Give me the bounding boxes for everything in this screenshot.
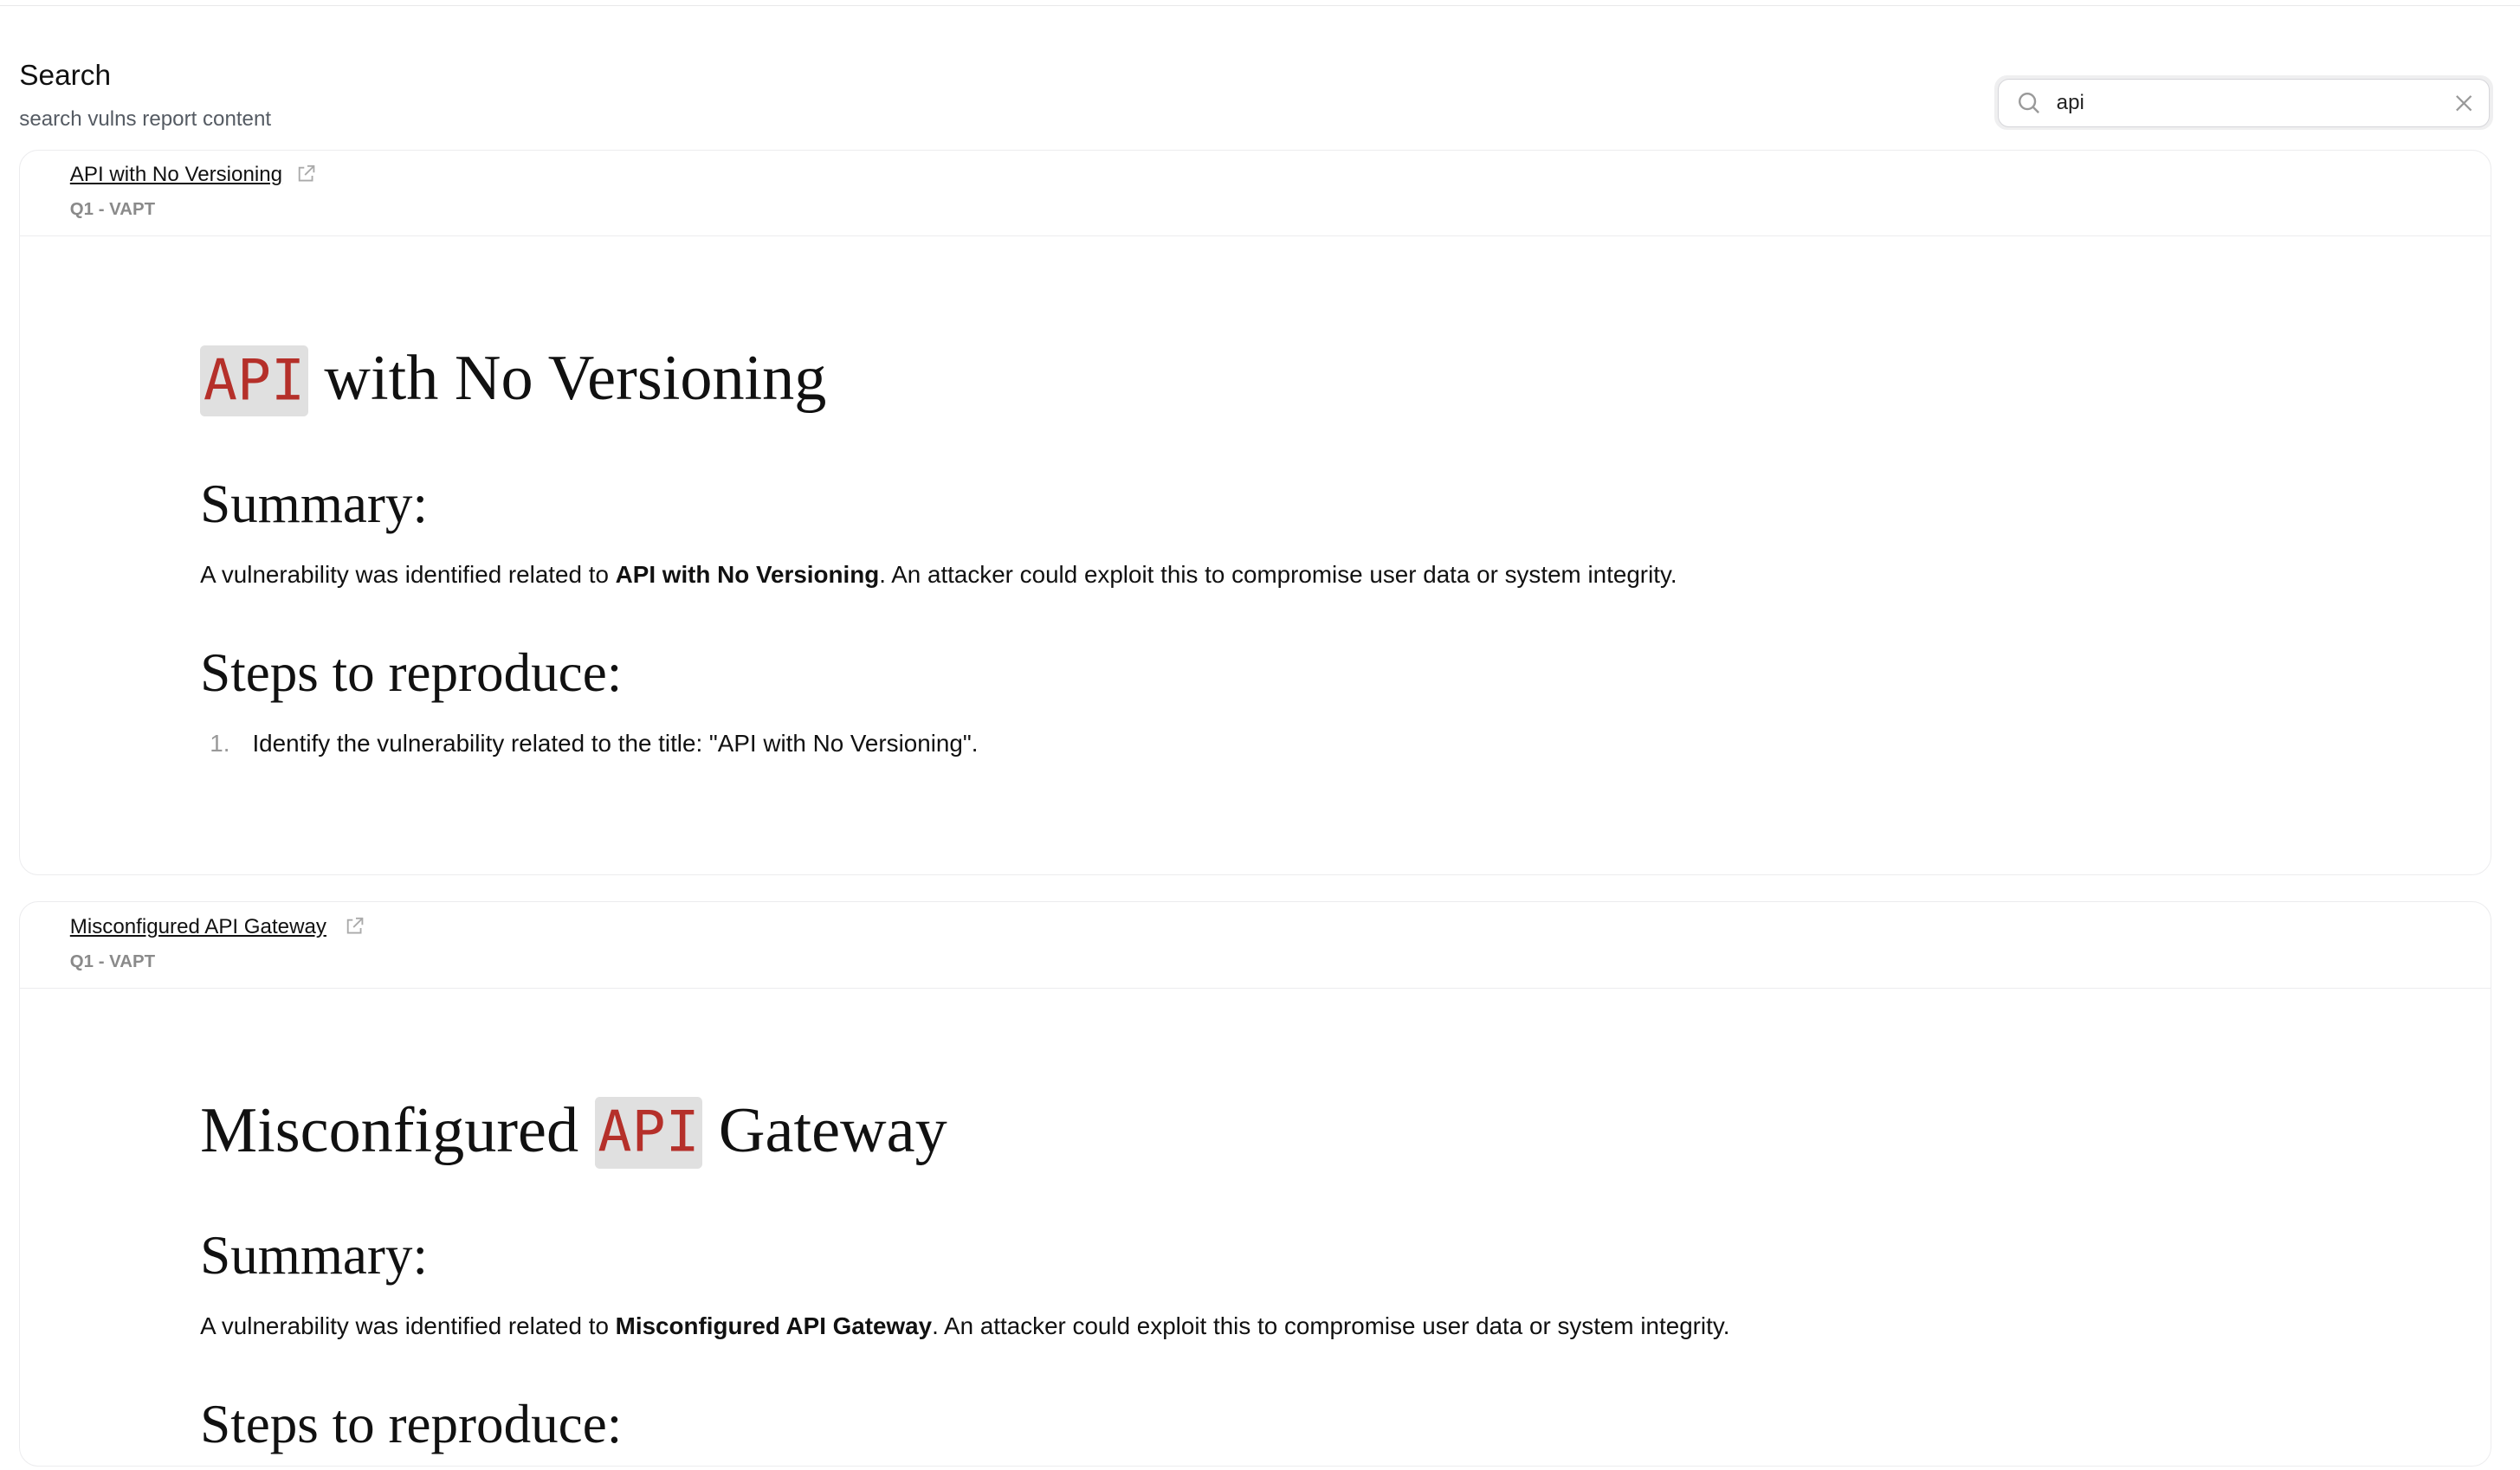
steps-heading: Steps to reproduce: [200, 642, 623, 703]
result-card: API with No Versioning Q1 - VAPT API wit… [19, 149, 2491, 876]
search-highlight: API [200, 345, 308, 417]
result-meta: Q1 - VAPT [69, 951, 156, 971]
search-page: Search search vulns report content API w… [0, 0, 2520, 1468]
result-title-link[interactable]: Misconfigured API Gateway [70, 915, 326, 939]
summary-text: A vulnerability was identified related t… [200, 1312, 1730, 1340]
report-heading: API with No Versioning [200, 342, 826, 417]
search-box [1994, 75, 2493, 131]
page-subtitle: search vulns report content [19, 107, 272, 132]
top-divider [0, 4, 2520, 7]
steps-heading: Steps to reproduce: [200, 1394, 623, 1455]
step-item: 1. Identify the vulnerability related to … [210, 729, 979, 757]
result-meta: Q1 - VAPT [69, 200, 156, 220]
report-heading: Misconfigured API Gateway [200, 1094, 947, 1169]
external-link-icon[interactable] [296, 164, 315, 184]
search-highlight: API [594, 1097, 703, 1169]
search-input[interactable] [2052, 88, 2436, 117]
search-icon [2019, 92, 2040, 113]
summary-heading: Summary: [200, 473, 429, 534]
result-card: Misconfigured API Gateway Q1 - VAPT Misc… [19, 901, 2491, 1467]
summary-heading: Summary: [200, 1225, 429, 1286]
summary-text: A vulnerability was identified related t… [200, 560, 1677, 588]
close-icon[interactable] [2455, 94, 2472, 112]
page-title: Search [19, 59, 112, 92]
result-title-link[interactable]: API with No Versioning [70, 163, 282, 187]
external-link-icon[interactable] [345, 917, 364, 936]
